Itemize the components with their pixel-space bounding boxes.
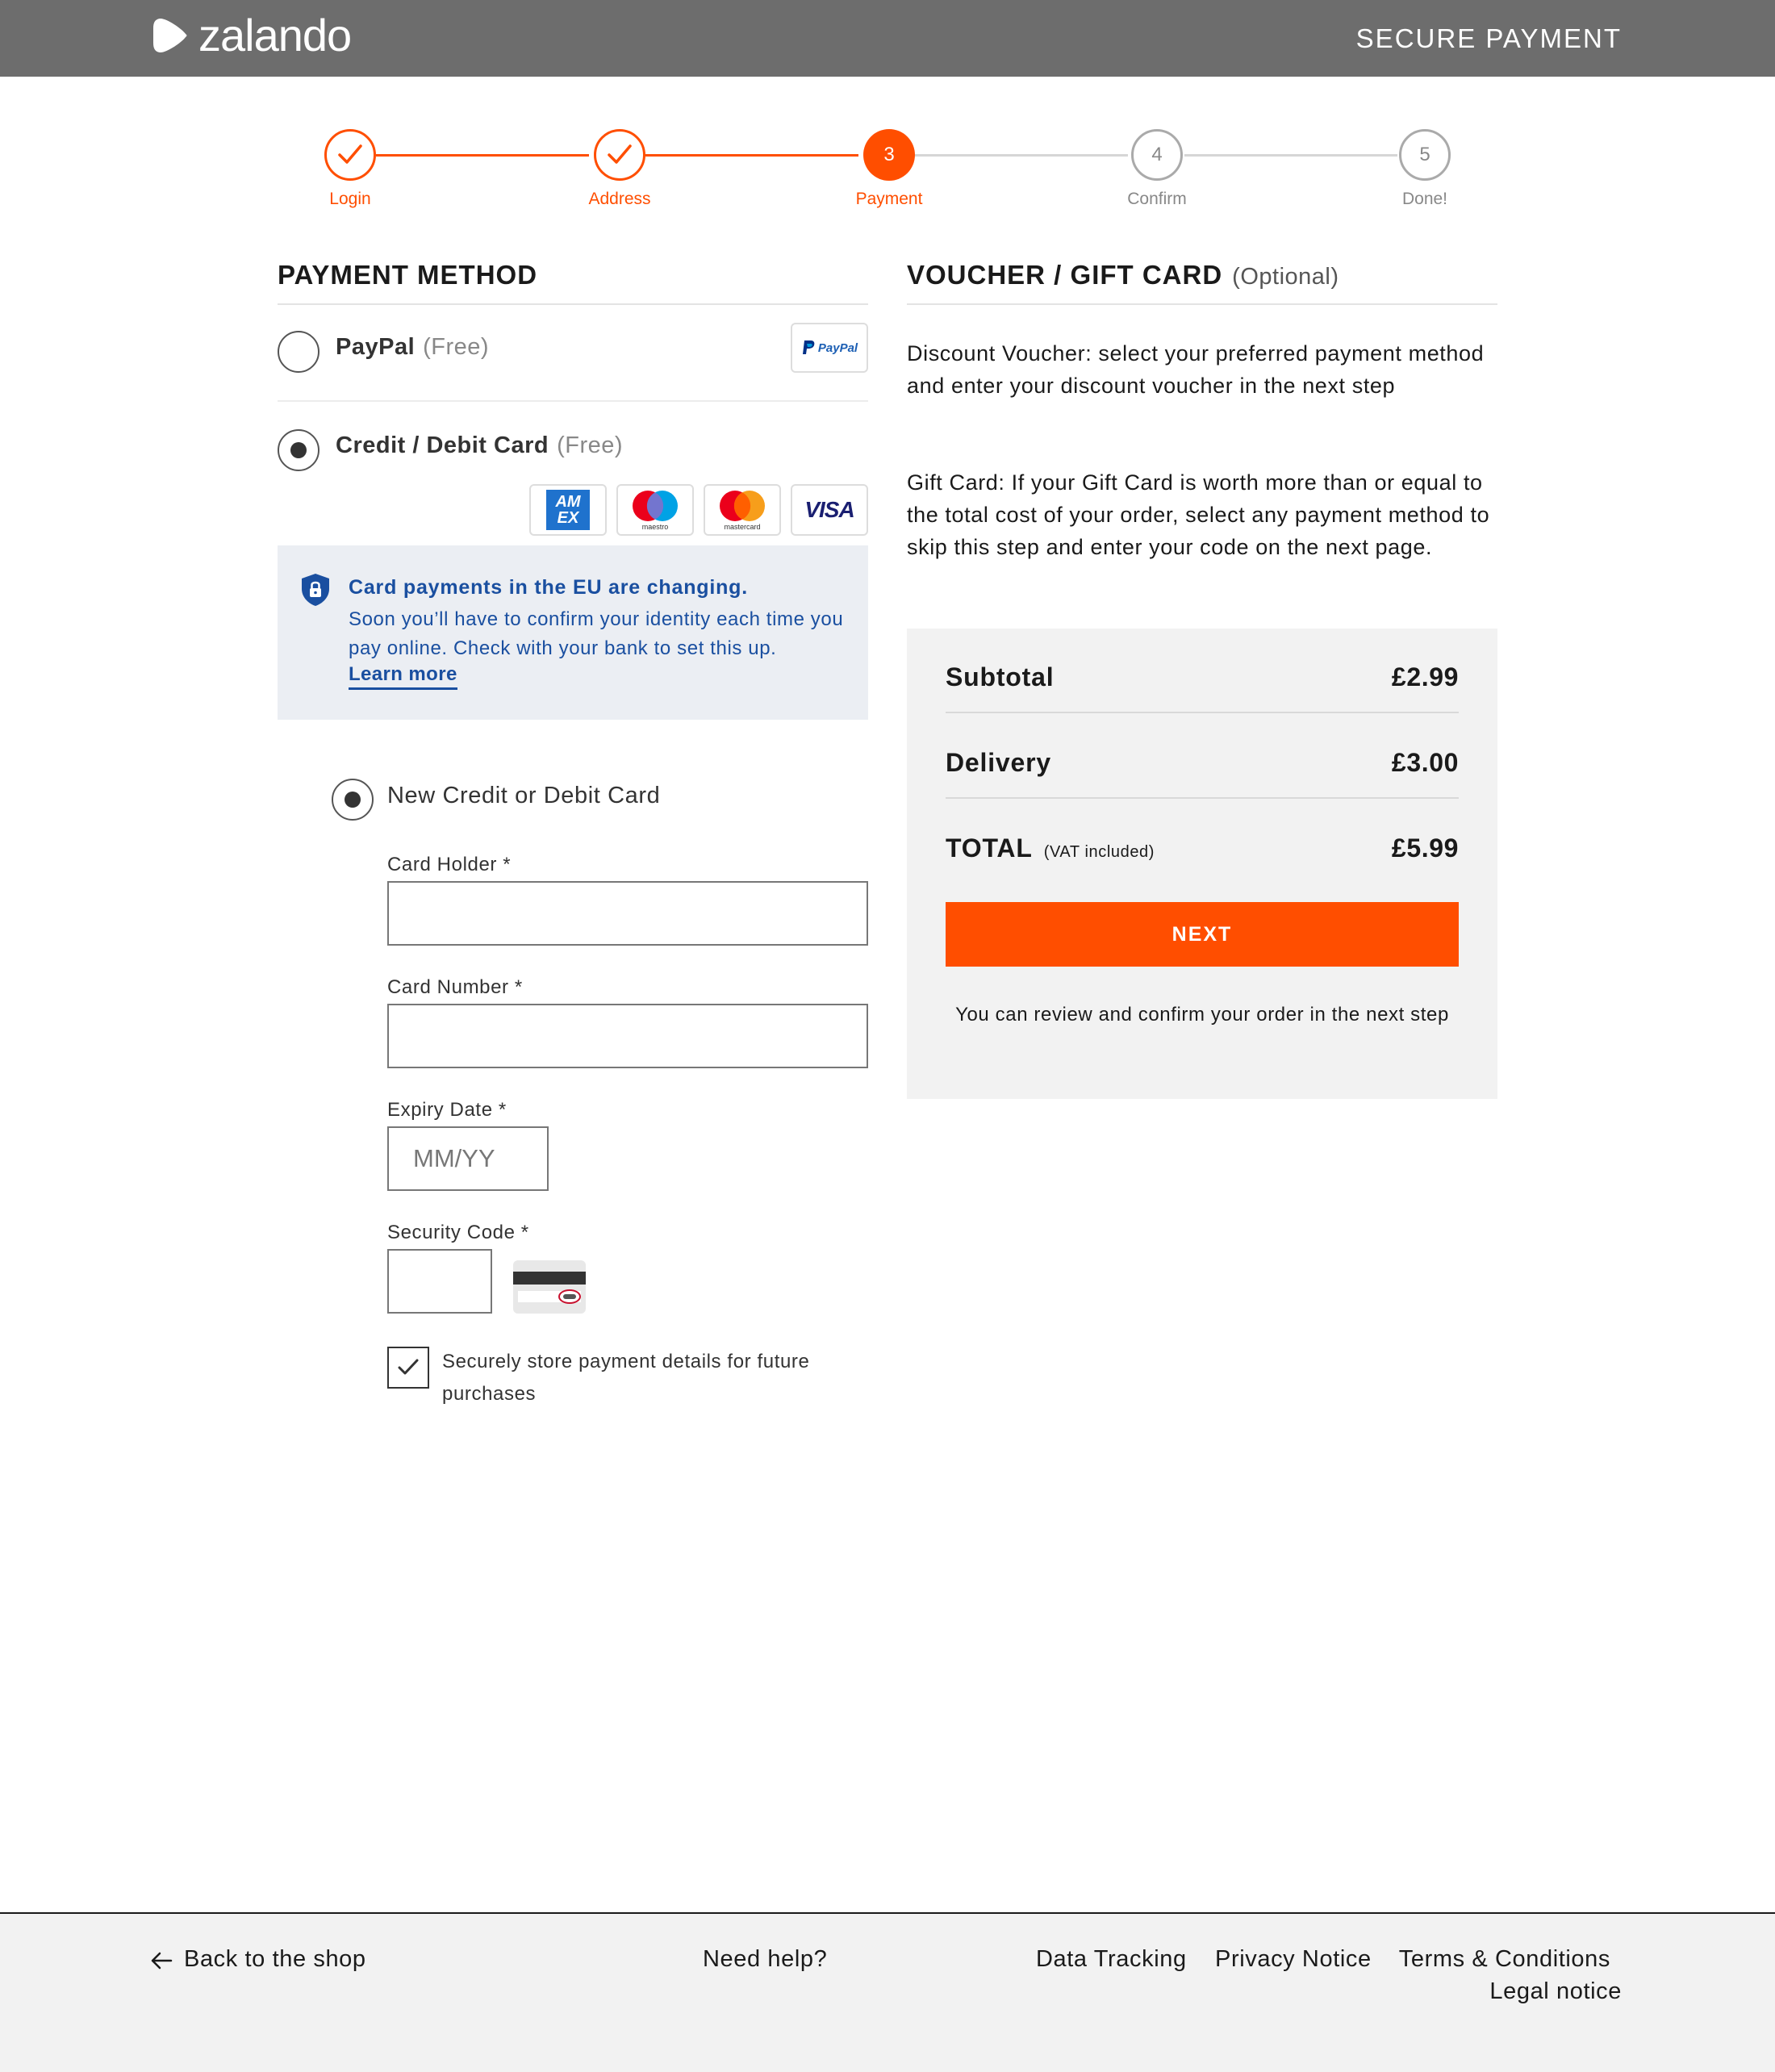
- step-payment: 3: [863, 129, 915, 181]
- step-done: 5: [1399, 129, 1451, 181]
- paypal-badge-text: PayPal: [817, 340, 858, 355]
- subtotal-row: Subtotal £2.99: [946, 662, 1459, 711]
- data-tracking-link[interactable]: Data Tracking: [1036, 1946, 1187, 1973]
- step-label-payment: Payment: [855, 190, 923, 208]
- step-confirm: 4: [1131, 129, 1183, 181]
- section-divider: [907, 303, 1497, 305]
- step-label-done: Done!: [1401, 190, 1448, 208]
- paypal-p-icon: [802, 340, 815, 354]
- cvc-digits: [563, 1294, 576, 1299]
- checkmark-icon: [608, 144, 632, 164]
- magnetic-stripe: [513, 1272, 586, 1285]
- amex-logo-text-bottom: EX: [557, 509, 579, 527]
- new-card-radio[interactable]: [332, 779, 374, 821]
- total-row: TOTAL (VAT included) £5.99: [946, 833, 1459, 882]
- step-login[interactable]: [324, 129, 376, 181]
- discount-voucher-text: Discount Voucher: select your preferred …: [907, 341, 1485, 398]
- paypal-fee-note: (Free): [423, 334, 490, 360]
- store-payment-checkbox[interactable]: [387, 1347, 429, 1389]
- step-label-login: Login: [329, 190, 371, 208]
- card-holder-input[interactable]: [387, 881, 868, 946]
- delivery-value: £3.00: [1391, 748, 1459, 777]
- card-holder-label: Card Holder *: [387, 854, 512, 875]
- order-summary: Subtotal £2.99 Delivery £3.00 TOTAL (VAT …: [907, 629, 1497, 1099]
- expiry-date-input[interactable]: [387, 1126, 549, 1191]
- sca-info-box: Card payments in the EU are changing. So…: [278, 545, 868, 720]
- step-connector: [1184, 154, 1397, 157]
- step-connector: [915, 154, 1128, 157]
- option-divider: [278, 400, 868, 402]
- back-to-shop-link[interactable]: Back to the shop: [184, 1946, 366, 1973]
- amex-logo: AM EX: [529, 484, 607, 536]
- credit-card-option-label[interactable]: Credit / Debit Card (Free): [336, 432, 623, 459]
- voucher-title-text: VOUCHER / GIFT CARD: [907, 260, 1223, 290]
- card-number-label: Card Number *: [387, 976, 523, 998]
- voucher-title: VOUCHER / GIFT CARD (Optional): [907, 260, 1339, 290]
- checkout-progress: 3 4 5 Login Address Payment Confirm Done…: [0, 0, 1775, 218]
- paypal-label: PayPal: [336, 334, 416, 360]
- subtotal-value: £2.99: [1391, 662, 1459, 691]
- paypal-option-label[interactable]: PayPal (Free): [336, 334, 489, 361]
- delivery-row: Delivery £3.00: [946, 748, 1459, 796]
- step-connector: [376, 154, 589, 157]
- payment-method-title: PAYMENT METHOD: [278, 260, 538, 290]
- subtotal-label: Subtotal: [946, 662, 1055, 691]
- card-number-input[interactable]: [387, 1004, 868, 1068]
- review-note: You can review and confirm your order in…: [955, 1004, 1449, 1026]
- shield-lock-icon: [302, 574, 329, 606]
- summary-divider: [946, 712, 1459, 713]
- paypal-radio[interactable]: [278, 331, 320, 373]
- step-connector: [645, 154, 858, 157]
- security-code-input[interactable]: [387, 1249, 492, 1314]
- info-text: Soon you’ll have to confirm your identit…: [349, 608, 844, 659]
- step-address[interactable]: [594, 129, 645, 181]
- legal-notice-link[interactable]: Legal notice: [1489, 1978, 1622, 2005]
- total-value: £5.99: [1391, 833, 1459, 863]
- maestro-text: maestro: [641, 523, 669, 531]
- voucher-optional-note: (Optional): [1232, 264, 1339, 290]
- summary-divider: [946, 797, 1459, 799]
- total-label-text: TOTAL: [946, 833, 1033, 863]
- maestro-circles-icon: [633, 491, 678, 521]
- gift-card-text: Gift Card: If your Gift Card is worth mo…: [907, 470, 1490, 559]
- next-button[interactable]: NEXT: [946, 902, 1459, 967]
- info-title: Card payments in the EU are changing.: [349, 576, 748, 599]
- visa-logo: VISA: [791, 484, 868, 536]
- paypal-logo: PayPal: [791, 323, 868, 373]
- vat-note: (VAT included): [1043, 843, 1155, 861]
- amex-logo-text-top: AM: [555, 493, 581, 511]
- step-label-address: Address: [588, 190, 651, 208]
- footer: Back to the shop Need help? Data Trackin…: [0, 1912, 1775, 2072]
- expiry-date-label: Expiry Date *: [387, 1099, 507, 1121]
- card-back-cvc-icon: [513, 1260, 586, 1314]
- arrow-left-icon: [151, 1952, 173, 1970]
- checkmark-icon: [398, 1359, 419, 1375]
- need-help-link[interactable]: Need help?: [703, 1946, 827, 1973]
- checkmark-icon: [338, 144, 362, 164]
- mastercard-text: mastercard: [724, 523, 761, 531]
- total-label: TOTAL (VAT included): [946, 833, 1155, 863]
- terms-conditions-link[interactable]: Terms & Conditions: [1399, 1946, 1610, 1973]
- learn-more-link[interactable]: Learn more: [349, 663, 457, 690]
- delivery-label: Delivery: [946, 748, 1051, 777]
- privacy-notice-link[interactable]: Privacy Notice: [1215, 1946, 1372, 1973]
- credit-card-label: Credit / Debit Card: [336, 432, 549, 458]
- credit-card-fee-note: (Free): [557, 432, 624, 458]
- visa-text: VISA: [804, 497, 854, 522]
- mastercard-logo: mastercard: [704, 484, 781, 536]
- credit-card-radio[interactable]: [278, 429, 320, 471]
- security-code-label: Security Code *: [387, 1222, 529, 1243]
- store-payment-label[interactable]: Securely store payment details for futur…: [442, 1346, 846, 1410]
- step-label-confirm: Confirm: [1127, 190, 1187, 208]
- amex-logo-mark: AM EX: [546, 490, 590, 530]
- new-card-label[interactable]: New Credit or Debit Card: [387, 783, 660, 809]
- maestro-logo: maestro: [616, 484, 694, 536]
- section-divider: [278, 303, 868, 305]
- mastercard-circles-icon: [720, 491, 765, 521]
